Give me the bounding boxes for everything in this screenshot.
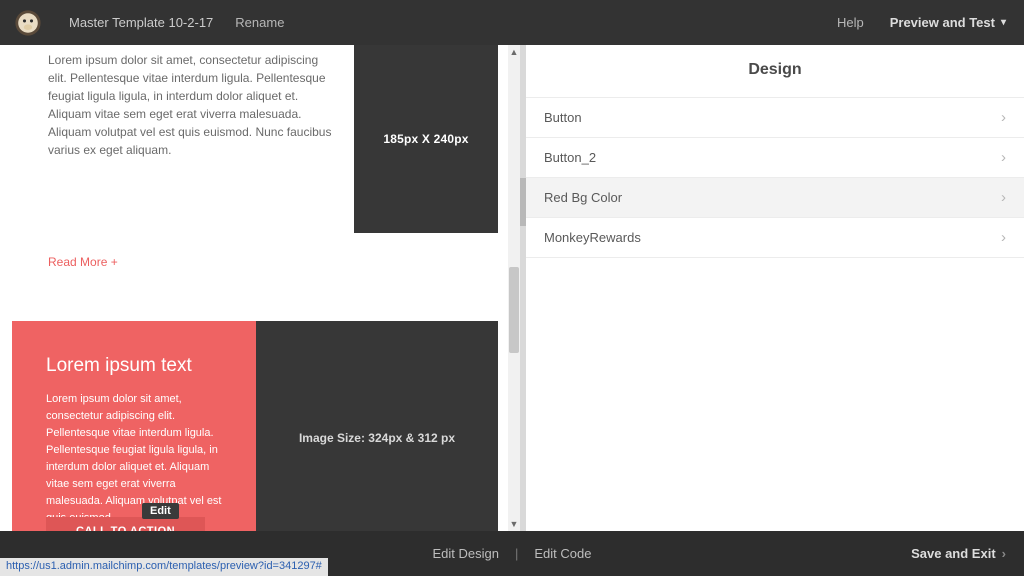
help-link[interactable]: Help bbox=[821, 15, 880, 30]
edit-code-link[interactable]: Edit Code bbox=[534, 546, 591, 561]
bottom-bar: Edit Design | Edit Code Save and Exit › … bbox=[0, 531, 1024, 576]
pane-resize-handle[interactable] bbox=[520, 45, 526, 531]
separator: | bbox=[515, 546, 518, 561]
read-more-link[interactable]: Read More + bbox=[12, 233, 118, 269]
style-item[interactable]: Button › bbox=[526, 97, 1024, 137]
chevron-right-icon: › bbox=[1002, 546, 1006, 561]
style-item[interactable]: Red Bg Color › bbox=[526, 177, 1024, 217]
chevron-right-icon: › bbox=[1001, 189, 1006, 206]
hero-body: Lorem ipsum dolor sit amet, consectetur … bbox=[46, 391, 228, 527]
scroll-down-icon[interactable]: ▼ bbox=[508, 517, 520, 531]
template-title: Master Template 10-2-17 bbox=[55, 15, 227, 30]
article-body-text: Lorem ipsum dolor sit amet, consectetur … bbox=[12, 45, 336, 233]
save-and-exit-button[interactable]: Save and Exit › bbox=[893, 546, 1024, 561]
style-item-label: Button_2 bbox=[544, 150, 596, 165]
save-label: Save and Exit bbox=[911, 546, 996, 561]
style-item-label: Button bbox=[544, 110, 582, 125]
image-placeholder-1[interactable]: 185px X 240px bbox=[354, 45, 498, 233]
edit-design-link[interactable]: Edit Design bbox=[433, 546, 499, 561]
chevron-right-icon: › bbox=[1001, 229, 1006, 246]
email-canvas: Lorem ipsum dolor sit amet, consectetur … bbox=[0, 45, 520, 531]
cta-button[interactable]: CALL TO ACTION bbox=[46, 517, 205, 531]
image-placeholder-2[interactable]: Image Size: 324px & 312 px bbox=[256, 321, 498, 531]
browser-status-url: https://us1.admin.mailchimp.com/template… bbox=[0, 558, 328, 576]
top-bar: Master Template 10-2-17 Rename Help Prev… bbox=[0, 0, 1024, 45]
edit-tooltip[interactable]: Edit bbox=[142, 503, 179, 519]
preview-and-test-menu[interactable]: Preview and Test ▾ bbox=[880, 15, 1024, 30]
design-panel: Design Button›Button_2›Red Bg Color›Monk… bbox=[526, 45, 1024, 531]
panel-title: Design bbox=[526, 45, 1024, 97]
canvas-scrollbar[interactable]: ▲ ▼ bbox=[508, 45, 520, 531]
chevron-right-icon: › bbox=[1001, 149, 1006, 166]
hero-block[interactable]: Lorem ipsum text Lorem ipsum dolor sit a… bbox=[12, 321, 498, 531]
style-item-label: MonkeyRewards bbox=[544, 230, 641, 245]
app-logo[interactable] bbox=[0, 0, 55, 45]
rename-link[interactable]: Rename bbox=[227, 15, 292, 30]
style-item[interactable]: MonkeyRewards › bbox=[526, 217, 1024, 258]
hero-heading: Lorem ipsum text bbox=[46, 355, 228, 377]
style-item[interactable]: Button_2 › bbox=[526, 137, 1024, 177]
chevron-down-icon: ▾ bbox=[1001, 17, 1006, 28]
style-item-label: Red Bg Color bbox=[544, 190, 622, 205]
style-list: Button›Button_2›Red Bg Color›MonkeyRewar… bbox=[526, 97, 1024, 258]
preview-label: Preview and Test bbox=[890, 15, 995, 30]
scrollbar-thumb[interactable] bbox=[509, 267, 519, 353]
article-block[interactable]: Lorem ipsum dolor sit amet, consectetur … bbox=[12, 45, 498, 289]
scroll-up-icon[interactable]: ▲ bbox=[508, 45, 520, 59]
chevron-right-icon: › bbox=[1001, 109, 1006, 126]
